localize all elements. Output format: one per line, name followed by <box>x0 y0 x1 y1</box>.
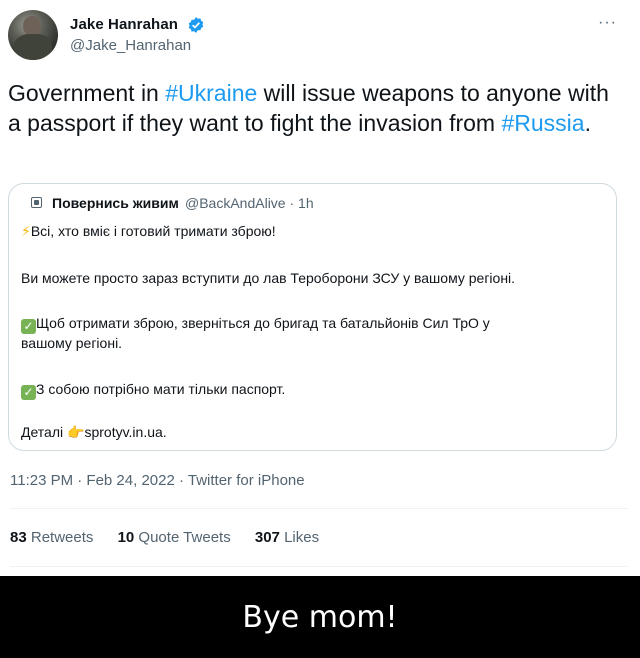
lightning-emoji-icon: ⚡ <box>21 223 31 239</box>
author-name[interactable]: Jake Hanrahan <box>70 16 178 33</box>
check-emoji-icon: ✓ <box>21 319 36 334</box>
quote-line-1: ⚡Всі, хто вміє і готовий тримати зброю! <box>21 223 276 239</box>
hashtag-ukraine[interactable]: #Ukraine <box>165 80 257 106</box>
verified-badge-icon <box>188 17 204 33</box>
meme-caption: Bye mom! <box>242 600 398 635</box>
hashtag-russia[interactable]: #Russia <box>501 110 584 136</box>
quote-line-5: Деталі 👉sprotyv.in.ua. <box>21 424 167 440</box>
quote-author-meta: @BackAndAlive · 1h <box>185 195 314 211</box>
tweet-card: Jake Hanrahan @Jake_Hanrahan ··· Governm… <box>0 0 640 576</box>
quote-avatar-icon <box>31 197 42 208</box>
engagement-stats: 83 Retweets 10 Quote Tweets 307 Likes <box>10 529 339 546</box>
tweet-timestamp[interactable]: 11:23 PM · Feb 24, 2022 · Twitter for iP… <box>10 472 305 489</box>
quote-author-name: Повернись живим <box>52 195 179 211</box>
divider <box>10 508 628 509</box>
more-icon[interactable]: ··· <box>598 14 617 32</box>
quote-tweets-stat[interactable]: 10 Quote Tweets <box>118 529 231 546</box>
retweets-stat[interactable]: 83 Retweets <box>10 529 93 546</box>
tweet-text: Government in #Ukraine will issue weapon… <box>8 80 609 136</box>
author-avatar[interactable] <box>8 10 58 60</box>
likes-stat[interactable]: 307 Likes <box>255 529 319 546</box>
quote-line-4: ✓ З собою потрібно мати тільки паспорт. <box>21 380 285 400</box>
author-handle[interactable]: @Jake_Hanrahan <box>70 37 191 54</box>
quote-line-3: ✓ Щоб отримати зброю, зверніться до брига… <box>21 315 490 351</box>
check-emoji-icon: ✓ <box>21 385 36 400</box>
quoted-tweet[interactable]: Повернись живим @BackAndAlive · 1h ⚡Всі,… <box>8 183 617 451</box>
quote-line-2: Ви можете просто зараз вступити до лав Т… <box>21 270 516 286</box>
divider <box>10 566 628 567</box>
pointing-hand-emoji-icon: 👉 <box>67 424 85 440</box>
quote-link[interactable]: sprotyv.in.ua. <box>84 424 166 440</box>
